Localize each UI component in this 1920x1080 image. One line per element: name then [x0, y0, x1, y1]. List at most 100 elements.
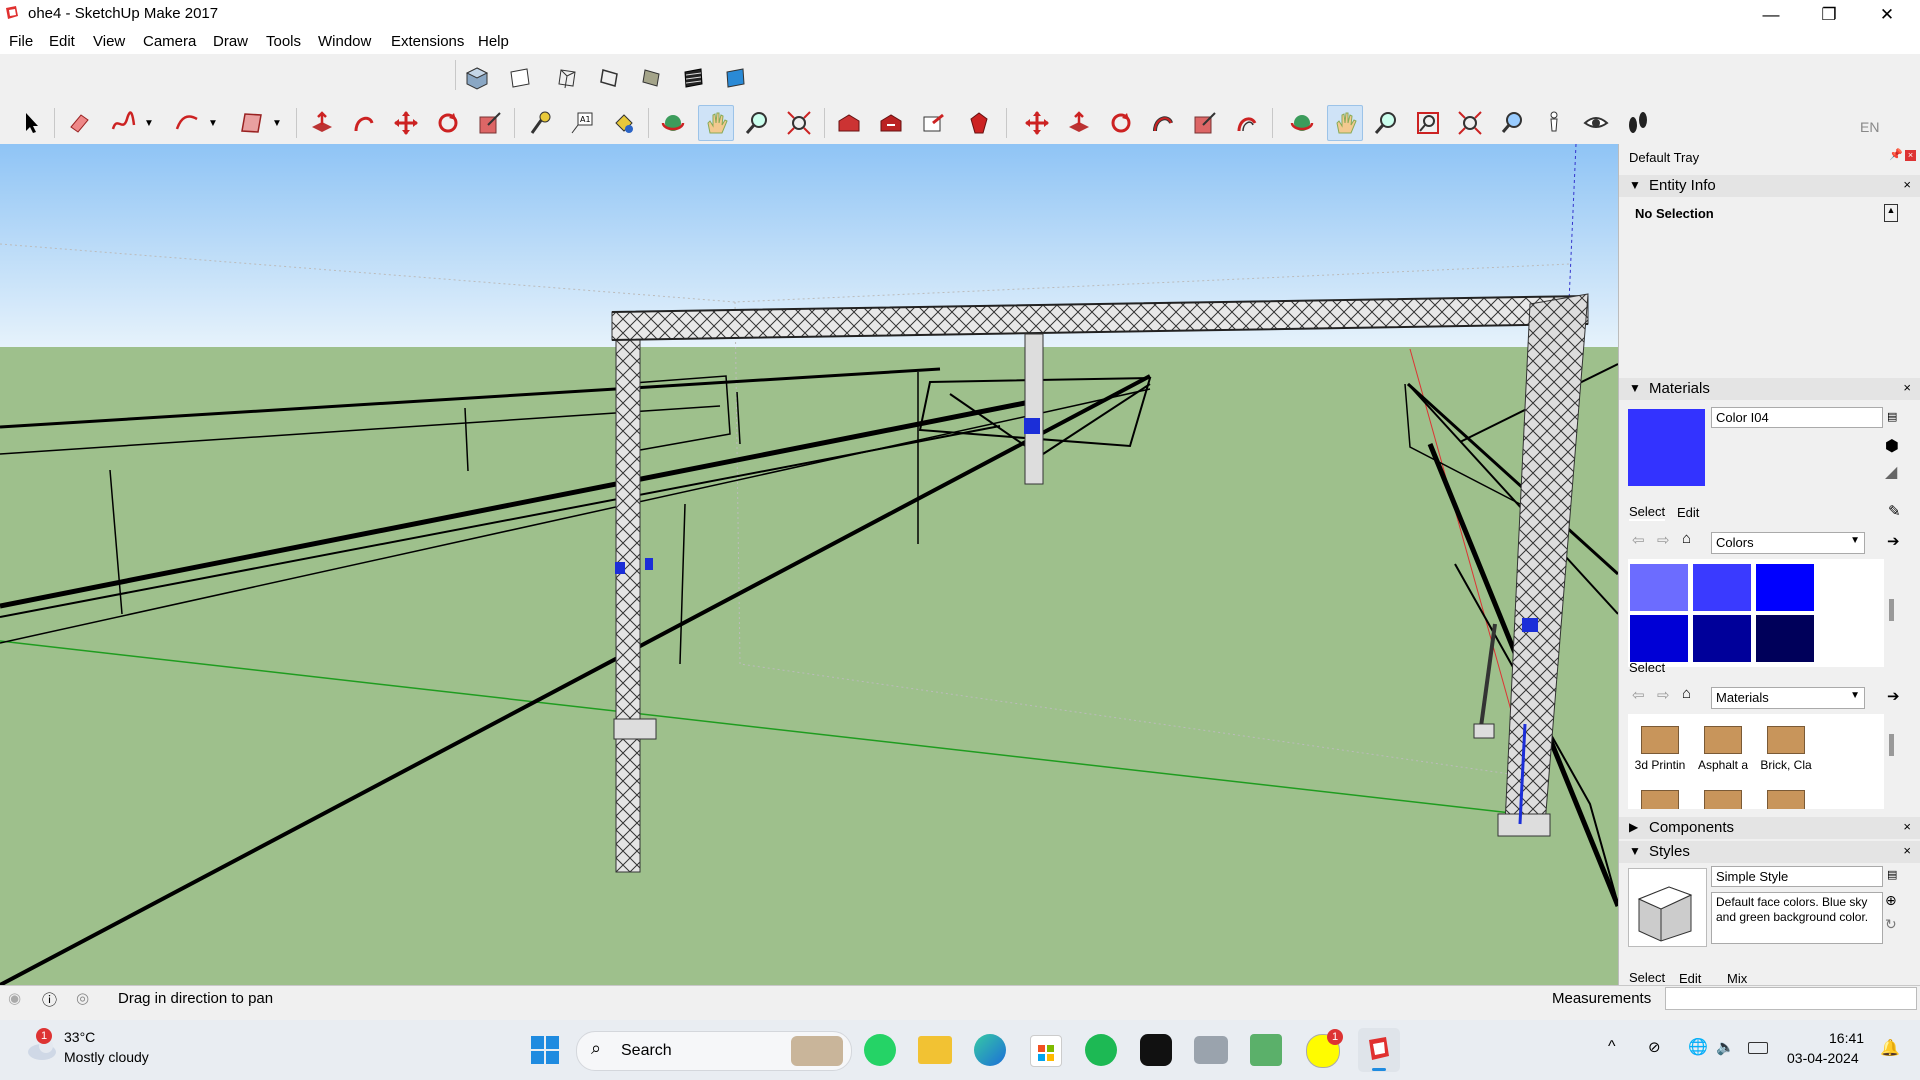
- menu-tools[interactable]: Tools: [266, 33, 301, 50]
- menu-window[interactable]: Window: [318, 33, 371, 50]
- material-thumb[interactable]: [1756, 780, 1816, 809]
- arc-dropdown[interactable]: ▼: [206, 106, 220, 140]
- extension-warehouse-button[interactable]: [962, 106, 996, 140]
- tray-close-icon[interactable]: ×: [1905, 150, 1916, 161]
- capcut-icon[interactable]: [1140, 1034, 1172, 1066]
- weather-widget[interactable]: 1: [22, 1028, 60, 1062]
- monochrome-style-button[interactable]: [718, 61, 752, 95]
- panel-close-icon[interactable]: ×: [1903, 380, 1911, 395]
- orbit-tool-button[interactable]: [656, 106, 690, 140]
- material-thumb[interactable]: 3d Printin: [1630, 716, 1690, 776]
- back-arrow-icon[interactable]: ⇦: [1632, 531, 1645, 549]
- follow-me-tool-button[interactable]: [347, 106, 381, 140]
- camera-icon[interactable]: [1194, 1036, 1228, 1064]
- zoom-window-tool-button[interactable]: [1411, 106, 1445, 140]
- previous-view-button[interactable]: [1495, 106, 1529, 140]
- clock-time[interactable]: 16:41: [1829, 1030, 1864, 1046]
- materials-select-tab[interactable]: Select: [1629, 504, 1666, 521]
- rectangle-dropdown[interactable]: ▼: [270, 106, 284, 140]
- materials-header[interactable]: ▼ Materials ×: [1619, 378, 1920, 400]
- battery-icon[interactable]: [1748, 1042, 1768, 1054]
- eraser-tool-button[interactable]: [62, 106, 96, 140]
- details-arrow-icon[interactable]: ➔: [1887, 532, 1900, 550]
- material-thumb[interactable]: [1693, 780, 1753, 809]
- select-tool-button[interactable]: [14, 106, 48, 140]
- eyedropper-icon[interactable]: ✎: [1888, 502, 1901, 520]
- geo-location-icon[interactable]: ◉: [8, 989, 21, 1007]
- zoom-tool-button-2[interactable]: [1369, 106, 1403, 140]
- panel-close-icon[interactable]: ×: [1903, 177, 1911, 192]
- panel-close-icon[interactable]: ×: [1903, 843, 1911, 858]
- back-arrow-icon[interactable]: ⇦: [1632, 686, 1645, 704]
- move-tool-button-2[interactable]: [1020, 106, 1054, 140]
- arc-tool-button[interactable]: [170, 106, 204, 140]
- details-arrow-icon[interactable]: ➔: [1887, 687, 1900, 705]
- minimize-button[interactable]: —: [1742, 0, 1800, 29]
- start-button[interactable]: [530, 1035, 560, 1065]
- material-name-field[interactable]: Color I04: [1711, 407, 1883, 428]
- create-style-icon[interactable]: ▤: [1887, 868, 1897, 881]
- store-icon[interactable]: [1030, 1035, 1062, 1067]
- menu-file[interactable]: File: [9, 33, 33, 50]
- create-material-icon[interactable]: ▤: [1887, 410, 1897, 423]
- secondary-collection-select[interactable]: Materials ▼: [1711, 687, 1865, 709]
- menu-draw[interactable]: Draw: [213, 33, 248, 50]
- volume-icon[interactable]: 🔈: [1716, 1038, 1735, 1056]
- materials-edit-tab[interactable]: Edit: [1677, 505, 1699, 520]
- rectangle-tool-button[interactable]: [234, 106, 268, 140]
- style-description-field[interactable]: Default face colors. Blue sky and green …: [1711, 892, 1883, 944]
- position-camera-button[interactable]: [1537, 106, 1571, 140]
- language-indicator[interactable]: EN: [1860, 119, 1879, 135]
- components-header[interactable]: ▶ Components ×: [1619, 817, 1920, 839]
- scale-tool-button-2[interactable]: [1188, 106, 1222, 140]
- color-swatch[interactable]: [1693, 615, 1751, 662]
- rotate-tool-button[interactable]: [431, 106, 465, 140]
- menu-view[interactable]: View: [93, 33, 125, 50]
- materials-collection-select[interactable]: Colors ▼: [1711, 532, 1865, 554]
- material-3d-icon[interactable]: ⬢: [1885, 436, 1899, 456]
- scale-tool-button[interactable]: [473, 106, 507, 140]
- snapchat-icon[interactable]: 1: [1306, 1029, 1343, 1068]
- wireframe-style-button[interactable]: [592, 61, 626, 95]
- forward-arrow-icon[interactable]: ⇨: [1657, 531, 1670, 549]
- freehand-dropdown[interactable]: ▼: [142, 106, 156, 140]
- material-thumb[interactable]: Brick, Cla: [1756, 716, 1816, 776]
- shaded-style-button[interactable]: [634, 61, 668, 95]
- close-button[interactable]: ✕: [1858, 0, 1916, 29]
- share-model-button[interactable]: [874, 106, 908, 140]
- color-swatch[interactable]: [1756, 564, 1814, 611]
- paint-bucket-tool-button[interactable]: [607, 106, 641, 140]
- refresh-icon[interactable]: ↻: [1885, 916, 1897, 933]
- xray-style-button[interactable]: [550, 61, 584, 95]
- edge-browser-icon[interactable]: [974, 1034, 1006, 1066]
- walk-button[interactable]: [1621, 106, 1655, 140]
- chevron-up-icon[interactable]: ^: [1608, 1038, 1616, 1056]
- material-thumb[interactable]: Asphalt a: [1693, 716, 1753, 776]
- dimension-tool-button[interactable]: A1: [565, 106, 599, 140]
- home-icon[interactable]: ⌂: [1682, 530, 1691, 547]
- color-swatch[interactable]: [1630, 615, 1688, 662]
- update-style-icon[interactable]: ⊕: [1885, 892, 1897, 909]
- offset-tool-button[interactable]: [1230, 106, 1264, 140]
- maps-app-icon[interactable]: [1250, 1034, 1282, 1066]
- push-pull-tool-button-2[interactable]: [1062, 106, 1096, 140]
- entity-info-header[interactable]: ▼ Entity Info ×: [1619, 175, 1920, 197]
- look-around-button[interactable]: [1579, 106, 1613, 140]
- panel-close-icon[interactable]: ×: [1903, 819, 1911, 834]
- zoom-extents-tool-button[interactable]: [782, 106, 816, 140]
- zoom-tool-button[interactable]: [740, 106, 774, 140]
- warehouse-button[interactable]: [832, 106, 866, 140]
- spotify-icon[interactable]: [1085, 1034, 1117, 1066]
- freehand-tool-button[interactable]: [106, 106, 140, 140]
- iso-view-button[interactable]: [460, 61, 494, 95]
- forward-arrow-icon[interactable]: ⇨: [1657, 686, 1670, 704]
- pan-tool-button-2[interactable]: [1327, 105, 1363, 141]
- menu-help[interactable]: Help: [478, 33, 509, 50]
- network-icon[interactable]: ⊘: [1648, 1038, 1661, 1056]
- default-material-icon[interactable]: ◢: [1885, 462, 1897, 482]
- file-explorer-icon[interactable]: [918, 1036, 952, 1064]
- details-toggle-icon[interactable]: ▲: [1884, 204, 1898, 222]
- whatsapp-icon[interactable]: [864, 1034, 896, 1066]
- measurements-input[interactable]: [1665, 987, 1917, 1010]
- menu-camera[interactable]: Camera: [143, 33, 196, 50]
